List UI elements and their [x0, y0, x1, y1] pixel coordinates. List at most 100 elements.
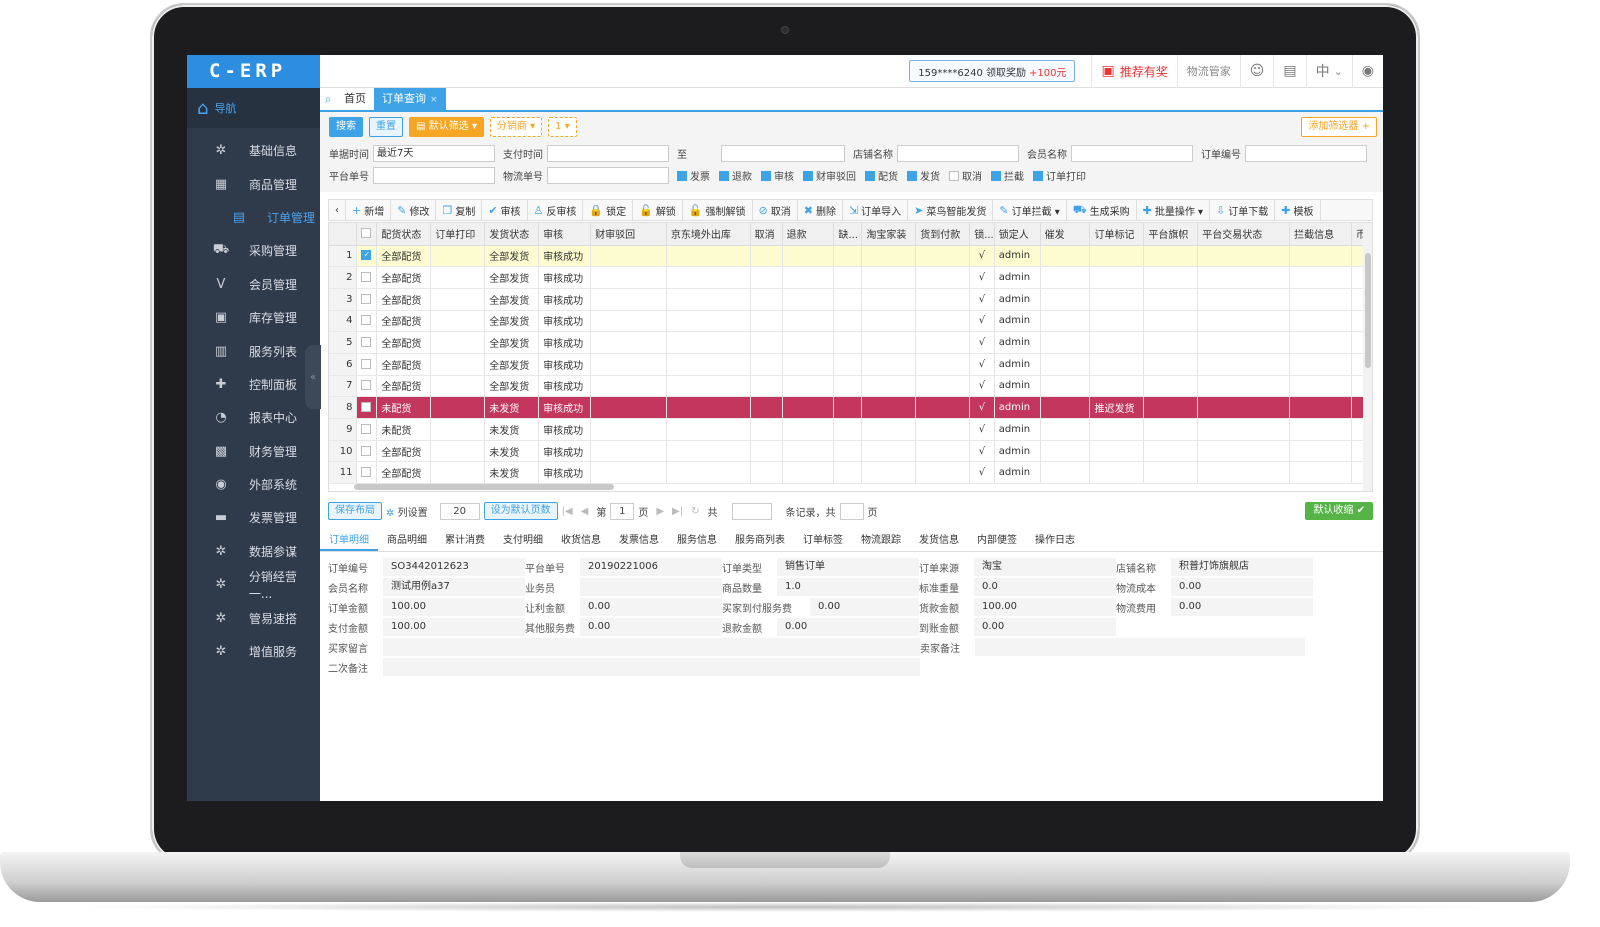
toolbar-button[interactable]: ♙ 反审核	[528, 200, 584, 220]
sidebar-item[interactable]: ▤ 订单管理	[187, 201, 320, 234]
logistics-no-input[interactable]	[547, 167, 669, 184]
detail-tab[interactable]: 商品明细	[378, 530, 436, 551]
sidebar-item[interactable]: ▬ 发票管理	[187, 501, 320, 534]
close-icon[interactable]: ×	[430, 95, 438, 105]
detail-tab[interactable]: 操作日志	[1026, 530, 1084, 551]
detail-tab[interactable]: 服务信息	[668, 530, 726, 551]
column-header[interactable]: 财审驳回	[590, 223, 667, 246]
row-checkbox[interactable]	[361, 445, 372, 456]
toolbar-button[interactable]: ⛟ 生成采购	[1067, 200, 1137, 220]
detail-tab[interactable]: 发票信息	[610, 530, 668, 551]
checkbox-box[interactable]	[865, 170, 875, 181]
column-header[interactable]: 取消	[750, 223, 783, 246]
column-header[interactable]: 缺...	[833, 223, 863, 246]
checkbox-box[interactable]	[1033, 170, 1043, 181]
detail-tab[interactable]: 订单标签	[794, 530, 852, 551]
last-page-icon[interactable]: ▶|	[672, 506, 683, 517]
table-row[interactable]: 3 全部配货 全部发货 审核成功 √ admin	[329, 288, 1372, 311]
sidebar-item[interactable]: ▥ 服务列表	[187, 334, 320, 367]
nav-header[interactable]: ⌂ 导航	[187, 88, 320, 128]
column-header[interactable]	[356, 223, 378, 246]
toolbar-button[interactable]: ⇲ 订单导入	[843, 200, 909, 220]
pay-time-start[interactable]	[547, 145, 669, 162]
toolbar-button[interactable]: 🔓 强制解锁	[683, 200, 753, 220]
table-row[interactable]: 9 未配货 未发货 审核成功 √ admin	[329, 418, 1372, 441]
language-select[interactable]: 中 ⌄	[1305, 55, 1352, 88]
table-row[interactable]: 8 未配货 未发货 审核成功 √ admin 推迟发货	[329, 396, 1372, 419]
sidebar-item[interactable]: ▦ 商品管理	[187, 167, 320, 200]
row-checkbox[interactable]	[361, 423, 372, 434]
next-page-icon[interactable]: ▶	[656, 506, 664, 517]
set-default-page-size-button[interactable]: 设为默认页数	[483, 502, 558, 520]
detail-tab[interactable]: 支付明细	[494, 530, 552, 551]
status-checkbox[interactable]: 审核	[761, 168, 794, 183]
order-no-input[interactable]	[1245, 145, 1367, 162]
sidebar-item[interactable]: ▣ 库存管理	[187, 301, 320, 334]
column-header[interactable]: 催发	[1040, 223, 1091, 246]
sidebar-item[interactable]: ✲ 数据参谋	[187, 535, 320, 568]
horizontal-scroll-thumb[interactable]	[354, 484, 614, 490]
column-header[interactable]: 配货状态	[376, 223, 432, 246]
save-layout-button[interactable]: 保存布局	[328, 502, 382, 520]
tab-order-query[interactable]: 订单查询 ×	[374, 88, 446, 110]
detail-tab[interactable]: 订单明细	[320, 530, 378, 551]
pay-time-end[interactable]	[721, 145, 845, 162]
logistics-button[interactable]: 物流管家	[1176, 55, 1240, 88]
promo-reward[interactable]: 159****6240 领取奖励 +100元	[909, 60, 1076, 82]
row-checkbox[interactable]	[361, 272, 372, 283]
column-header[interactable]: 锁定人	[994, 223, 1041, 246]
status-checkbox[interactable]: 取消	[949, 168, 982, 183]
row-checkbox[interactable]	[361, 293, 372, 304]
sidebar-item[interactable]: ✲ 增值服务	[187, 635, 320, 668]
table-row[interactable]: 7 全部配货 全部发货 审核成功 √ admin	[329, 375, 1372, 398]
status-checkbox[interactable]: 财审驳回	[803, 168, 856, 183]
table-row[interactable]: 10 全部配货 未发货 审核成功 √ admin	[329, 440, 1372, 463]
column-header[interactable]: 审核	[538, 223, 592, 246]
detail-tab[interactable]: 发货信息	[910, 530, 968, 551]
column-header[interactable]: 订单标记	[1089, 223, 1145, 246]
row-checkbox[interactable]	[361, 315, 372, 326]
reset-button[interactable]: 重置	[369, 117, 403, 137]
toolbar-button[interactable]: ❐ 复制	[436, 200, 483, 220]
default-filter-button[interactable]: ▤ 默认筛选 ▾	[409, 117, 484, 137]
recommend-button[interactable]: ▣ 推荐有奖	[1091, 55, 1176, 88]
column-header[interactable]: 锁...	[969, 223, 995, 246]
column-header[interactable]: 退款	[782, 223, 835, 246]
checkbox-box[interactable]	[907, 170, 917, 181]
table-row[interactable]: 5 全部配货 全部发货 审核成功 √ admin	[329, 331, 1372, 354]
checkbox-box[interactable]	[761, 170, 771, 181]
toolbar-button[interactable]: ✔ 审核	[482, 200, 528, 220]
toolbar-scroll-left-icon[interactable]: ‹	[329, 200, 346, 220]
row-checkbox[interactable]	[361, 402, 372, 413]
row-checkbox[interactable]	[361, 467, 372, 478]
table-row[interactable]: 4 全部配货 全部发货 审核成功 √ admin	[329, 310, 1372, 333]
column-header[interactable]: 发货状态	[484, 223, 540, 246]
toolbar-button[interactable]: ⇩ 订单下载	[1210, 200, 1276, 220]
table-row[interactable]: 1 全部配货 全部发货审核成功 √admin	[329, 245, 1372, 268]
sidebar-item[interactable]: ✲ 分销经营一...	[187, 568, 320, 601]
col-settings-button[interactable]: ✲ 列设置	[386, 504, 428, 519]
search-icon[interactable]: ⌕	[320, 88, 336, 110]
refresh-icon[interactable]: ↻	[691, 506, 699, 517]
detail-tab[interactable]: 服务商列表	[726, 530, 794, 551]
checkbox-box[interactable]	[803, 170, 813, 181]
sidebar-item[interactable]: ◉ 外部系统	[187, 468, 320, 501]
sidebar-item[interactable]: ⛟ 采购管理	[187, 234, 320, 267]
shop-name-select[interactable]	[897, 145, 1019, 162]
status-checkbox[interactable]: 拦截	[991, 168, 1024, 183]
table-row[interactable]: 2 全部配货 全部发货 审核成功 √ admin	[329, 266, 1372, 289]
status-checkbox[interactable]: 发货	[907, 168, 940, 183]
filter-number-select[interactable]: 1 ▾	[548, 117, 577, 137]
column-header[interactable]: 淘宝家装	[861, 223, 917, 246]
service-button[interactable]: ☺	[1239, 55, 1274, 88]
checkbox-box[interactable]	[949, 170, 959, 181]
toolbar-button[interactable]: ✎ 修改	[391, 200, 437, 220]
detail-tab[interactable]: 物流跟踪	[852, 530, 910, 551]
checkbox-box[interactable]	[719, 170, 729, 181]
toolbar-button[interactable]: ✚ 模板	[1275, 200, 1321, 220]
status-checkbox[interactable]: 发票	[677, 168, 710, 183]
sidebar-item[interactable]: ✚ 控制面板	[187, 368, 320, 401]
status-checkbox[interactable]: 退款	[719, 168, 752, 183]
add-filter-button[interactable]: 添加筛选器 +	[1301, 117, 1377, 137]
row-checkbox[interactable]	[361, 250, 372, 261]
